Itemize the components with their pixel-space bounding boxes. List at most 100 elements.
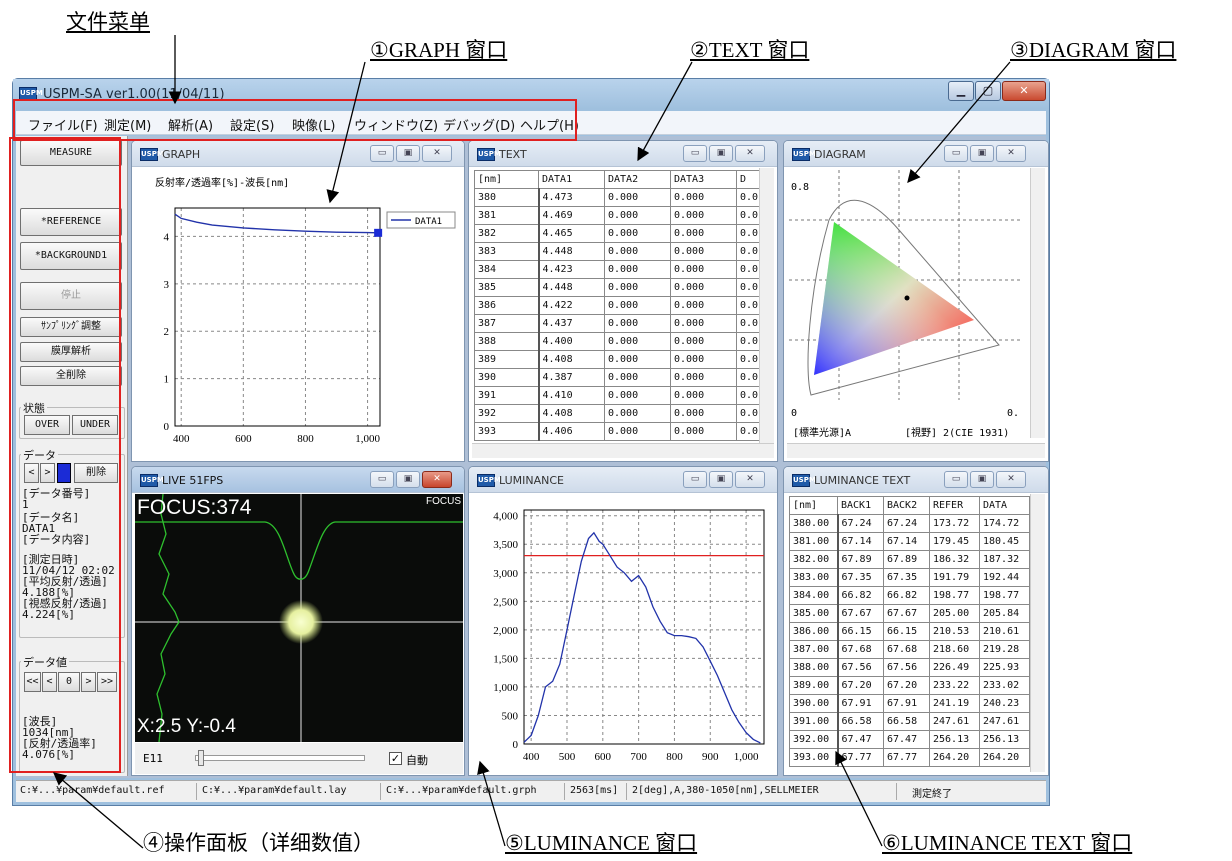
luminance-table-cell[interactable]: 191.79 [929, 568, 980, 587]
text-table-cell[interactable]: 0.000 [604, 224, 671, 243]
diagram-maximize-button[interactable]: ▣ [970, 145, 994, 162]
data-next-button[interactable]: > [40, 463, 55, 483]
luminance-table-cell[interactable]: 67.89 [837, 550, 884, 569]
text-table-row[interactable]: 387 4.437 0.000 0.000 0.0 [474, 314, 761, 333]
luminance-table-cell[interactable]: 66.58 [883, 712, 930, 731]
menu-file[interactable]: ファイル(F) [28, 115, 98, 134]
text-table-cell[interactable]: 0.000 [670, 350, 737, 369]
graph-close-button[interactable]: ✕ [422, 145, 452, 162]
diagram-hscroll[interactable] [787, 443, 1045, 458]
text-table-cell[interactable]: 393 [474, 422, 540, 441]
text-table-cell[interactable]: 0.0 [736, 224, 761, 243]
text-table-cell[interactable]: 4.448 [538, 242, 605, 261]
luminance-table-cell[interactable]: 67.77 [883, 748, 930, 767]
over-button[interactable]: OVER [24, 415, 70, 435]
luminance-table-cell[interactable]: 387.00 [789, 640, 839, 659]
live-minimize-button[interactable]: ▭ [370, 471, 394, 488]
luminance-table-cell[interactable]: 67.56 [837, 658, 884, 677]
graph-maximize-button[interactable]: ▣ [396, 145, 420, 162]
text-table-cell[interactable]: 0.0 [736, 332, 761, 351]
luminance-table-cell[interactable]: 66.15 [837, 622, 884, 641]
luminance-table-cell[interactable]: 264.20 [979, 748, 1030, 767]
text-table-cell[interactable]: 4.423 [538, 260, 605, 279]
text-table-cell[interactable]: 388 [474, 332, 540, 351]
text-table-cell[interactable]: 0.000 [604, 332, 671, 351]
luminance-table-cell[interactable]: 386.00 [789, 622, 839, 641]
luminance-table-cell[interactable]: 67.77 [837, 748, 884, 767]
luminance-table-cell[interactable]: 67.35 [837, 568, 884, 587]
text-table-cell[interactable]: 381 [474, 206, 540, 225]
luminance-table-cell[interactable]: 385.00 [789, 604, 839, 623]
luminance-table-cell[interactable]: 66.15 [883, 622, 930, 641]
text-table-cell[interactable]: 385 [474, 278, 540, 297]
luminance-table-row[interactable]: 386.00 66.15 66.15 210.53 210.61 [789, 622, 1030, 641]
text-table-cell[interactable]: 4.408 [538, 404, 605, 423]
under-button[interactable]: UNDER [72, 415, 118, 435]
text-table-row[interactable]: 380 4.473 0.000 0.000 0.0 [474, 188, 761, 207]
text-table-cell[interactable]: 4.422 [538, 296, 605, 315]
exposure-slider-thumb[interactable] [198, 750, 204, 766]
luminance-data-table[interactable]: [nm] BACK1 BACK2 REFER DATA 380.00 67.24 67.24 1… [789, 496, 1030, 767]
minimize-button[interactable]: ▁ [948, 81, 974, 101]
diagram-minimize-button[interactable]: ▭ [944, 145, 968, 162]
nav-center-button[interactable]: 0 [58, 672, 80, 692]
luminance-table-cell[interactable]: 67.68 [883, 640, 930, 659]
text-table-cell[interactable]: 0.000 [604, 278, 671, 297]
luminance-table-cell[interactable]: 218.60 [929, 640, 980, 659]
text-table-cell[interactable]: 0.0 [736, 278, 761, 297]
luminance-table-cell[interactable]: 226.49 [929, 658, 980, 677]
luminance-table-cell[interactable]: 67.20 [883, 676, 930, 695]
luminance-table-column-header[interactable]: BACK2 [883, 496, 930, 515]
luminance-table-cell[interactable]: 66.58 [837, 712, 884, 731]
luminance-table-row[interactable]: 380.00 67.24 67.24 173.72 174.72 [789, 514, 1030, 533]
luminance-table-row[interactable]: 393.00 67.77 67.77 264.20 264.20 [789, 748, 1030, 767]
luminance-table-row[interactable]: 392.00 67.47 67.47 256.13 256.13 [789, 730, 1030, 749]
diagram-close-button[interactable]: ✕ [996, 145, 1026, 162]
text-table-row[interactable]: 389 4.408 0.000 0.000 0.0 [474, 350, 761, 369]
luminance-table-cell[interactable]: 173.72 [929, 514, 980, 533]
text-table-cell[interactable]: 0.000 [670, 188, 737, 207]
live-maximize-button[interactable]: ▣ [396, 471, 420, 488]
text-vscroll[interactable] [759, 168, 774, 446]
data-delete-button[interactable]: 削除 [74, 463, 118, 483]
luminance-table-row[interactable]: 389.00 67.20 67.20 233.22 233.02 [789, 676, 1030, 695]
text-table-cell[interactable]: 4.469 [538, 206, 605, 225]
luminance-table-cell[interactable]: 67.89 [883, 550, 930, 569]
nav-first-button[interactable]: << [24, 672, 41, 692]
luminance-close-button[interactable]: ✕ [735, 471, 765, 488]
luminance-text-close-button[interactable]: ✕ [996, 471, 1026, 488]
text-table-cell[interactable]: 0.0 [736, 242, 761, 261]
text-table-cell[interactable]: 382 [474, 224, 540, 243]
exposure-slider[interactable] [195, 750, 365, 766]
luminance-table-cell[interactable]: 67.20 [837, 676, 884, 695]
text-table-cell[interactable]: 0.000 [604, 350, 671, 369]
luminance-table-cell[interactable]: 67.47 [837, 730, 884, 749]
text-table-cell[interactable]: 391 [474, 386, 540, 405]
luminance-table-cell[interactable]: 210.53 [929, 622, 980, 641]
luminance-table-cell[interactable]: 67.68 [837, 640, 884, 659]
auto-checkbox[interactable]: ✓ [389, 752, 402, 765]
text-table-column-header[interactable]: DATA3 [670, 170, 737, 189]
clear-all-button[interactable]: 全削除 [20, 366, 122, 386]
text-table-cell[interactable]: 0.0 [736, 422, 761, 441]
nav-prev-button[interactable]: < [42, 672, 57, 692]
luminance-table-row[interactable]: 382.00 67.89 67.89 186.32 187.32 [789, 550, 1030, 569]
text-table-cell[interactable]: 0.0 [736, 314, 761, 333]
text-table-cell[interactable]: 4.448 [538, 278, 605, 297]
text-table-cell[interactable]: 0.000 [604, 422, 671, 441]
text-table-cell[interactable]: 0.000 [670, 422, 737, 441]
text-table-cell[interactable]: 0.000 [604, 404, 671, 423]
luminance-minimize-button[interactable]: ▭ [683, 471, 707, 488]
luminance-table-cell[interactable]: 389.00 [789, 676, 839, 695]
data-color-swatch[interactable] [57, 463, 71, 483]
text-table-cell[interactable]: 0.000 [670, 260, 737, 279]
text-table-cell[interactable]: 380 [474, 188, 540, 207]
text-table-cell[interactable]: 0.000 [604, 260, 671, 279]
diagram-vscroll[interactable] [1030, 168, 1045, 438]
luminance-table-cell[interactable]: 66.82 [837, 586, 884, 605]
luminance-text-minimize-button[interactable]: ▭ [944, 471, 968, 488]
text-table-row[interactable]: 383 4.448 0.000 0.000 0.0 [474, 242, 761, 261]
luminance-table-cell[interactable]: 174.72 [979, 514, 1030, 533]
text-table-cell[interactable]: 0.000 [670, 368, 737, 387]
luminance-table-row[interactable]: 391.00 66.58 66.58 247.61 247.61 [789, 712, 1030, 731]
